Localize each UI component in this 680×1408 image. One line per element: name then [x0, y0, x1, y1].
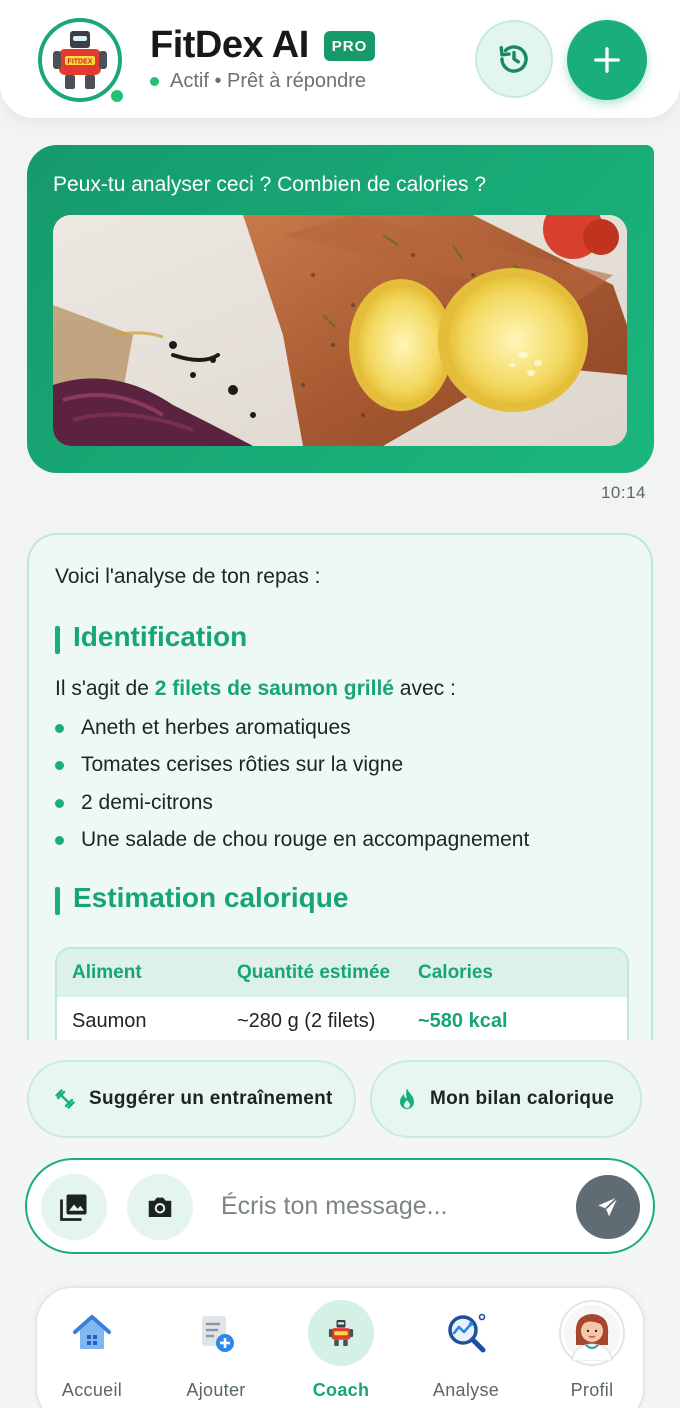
- nav-item-profil[interactable]: Profil: [537, 1288, 647, 1408]
- bottom-navigation: Accueil Ajouter Coach Analyse Profil: [35, 1286, 645, 1408]
- header-quantite: Quantité estimée: [237, 962, 391, 983]
- message-input[interactable]: [221, 1186, 561, 1226]
- plus-icon: [594, 47, 620, 73]
- list-item: Une salade de chou rouge en accompagneme…: [55, 821, 529, 858]
- list-item: 2 demi-citrons: [55, 784, 529, 821]
- nav-label: Coach: [312, 1380, 370, 1400]
- camera-button[interactable]: [127, 1174, 193, 1240]
- online-indicator: [108, 87, 126, 105]
- cell-quantite: ~280 g (2 filets): [237, 1009, 376, 1032]
- grilled-salmon-image: [53, 215, 627, 446]
- section-title-identification: Identification: [73, 621, 248, 652]
- chip-label: Mon bilan calorique: [430, 1088, 615, 1109]
- calorie-summary-chip[interactable]: Mon bilan calorique: [370, 1060, 642, 1138]
- identification-text: Il s'agit de 2 filets de saumon grillé a…: [55, 677, 456, 701]
- table-row: Saumon ~280 g (2 filets) ~580 kcal: [57, 997, 627, 1045]
- list-item: Tomates cerises rôties sur la vigne: [55, 746, 529, 783]
- app-header: FITDEX FitDex AI PRO Actif • Prêt à répo…: [0, 0, 680, 118]
- robot-coach-icon: [308, 1300, 374, 1366]
- gallery-icon: [60, 1194, 87, 1221]
- send-button[interactable]: [576, 1175, 640, 1239]
- nav-label: Profil: [570, 1380, 614, 1400]
- send-icon: [598, 1196, 619, 1217]
- add-document-icon: [183, 1300, 249, 1366]
- header-calories: Calories: [418, 962, 493, 983]
- flame-icon: [396, 1087, 418, 1111]
- suggest-workout-chip[interactable]: Suggérer un entraînement: [27, 1060, 356, 1138]
- section-marker: [55, 626, 60, 654]
- nav-label: Accueil: [61, 1380, 123, 1400]
- user-message-text: Peux-tu analyser ceci ? Combien de calor…: [53, 173, 487, 196]
- nav-item-accueil[interactable]: Accueil: [37, 1288, 147, 1408]
- user-message-bubble: Peux-tu analyser ceci ? Combien de calor…: [27, 145, 654, 473]
- header-aliment: Aliment: [72, 962, 142, 983]
- ident-prefix: Il s'agit de: [55, 677, 155, 700]
- ident-suffix: avec :: [393, 677, 456, 700]
- app-title: FitDex AI: [150, 24, 309, 66]
- nav-label: Ajouter: [186, 1380, 246, 1400]
- ident-highlight: 2 filets de saumon grillé: [154, 677, 394, 700]
- nav-item-analyse[interactable]: Analyse: [411, 1288, 521, 1408]
- status-dot: [150, 77, 159, 86]
- history-button[interactable]: [475, 20, 553, 98]
- dumbbell-icon: [53, 1087, 77, 1111]
- section-marker: [55, 887, 60, 915]
- profile-avatar-icon: [559, 1300, 625, 1366]
- ai-intro-text: Voici l'analyse de ton repas :: [55, 565, 321, 588]
- ingredient-list: Aneth et herbes aromatiques Tomates ceri…: [55, 709, 529, 858]
- robot-mascot-icon: FITDEX: [53, 31, 107, 89]
- list-item: Aneth et herbes aromatiques: [55, 709, 529, 746]
- pro-badge: PRO: [324, 31, 375, 61]
- meal-photo[interactable]: [53, 215, 627, 446]
- camera-icon: [148, 1197, 172, 1217]
- new-chat-button[interactable]: [567, 20, 647, 100]
- status-text: Actif • Prêt à répondre: [170, 70, 366, 92]
- nav-item-ajouter[interactable]: Ajouter: [161, 1288, 271, 1408]
- nav-label: Analyse: [432, 1380, 500, 1400]
- chip-label: Suggérer un entraînement: [89, 1088, 333, 1109]
- table-header: Aliment Quantité estimée Calories: [57, 949, 627, 997]
- nav-item-coach[interactable]: Coach: [286, 1288, 396, 1408]
- analysis-magnifier-icon: [433, 1300, 499, 1366]
- cell-aliment: Saumon: [72, 1009, 147, 1032]
- avatar-text: FITDEX: [68, 59, 93, 66]
- section-title-calories: Estimation calorique: [73, 882, 349, 913]
- ai-message-bubble: Voici l'analyse de ton repas : Identific…: [27, 533, 653, 1093]
- gallery-button[interactable]: [41, 1174, 107, 1240]
- message-timestamp: 10:14: [600, 483, 646, 502]
- history-icon: [499, 45, 528, 73]
- message-composer: [25, 1158, 655, 1254]
- cell-calories: ~580 kcal: [418, 1009, 508, 1032]
- home-icon: [59, 1300, 125, 1366]
